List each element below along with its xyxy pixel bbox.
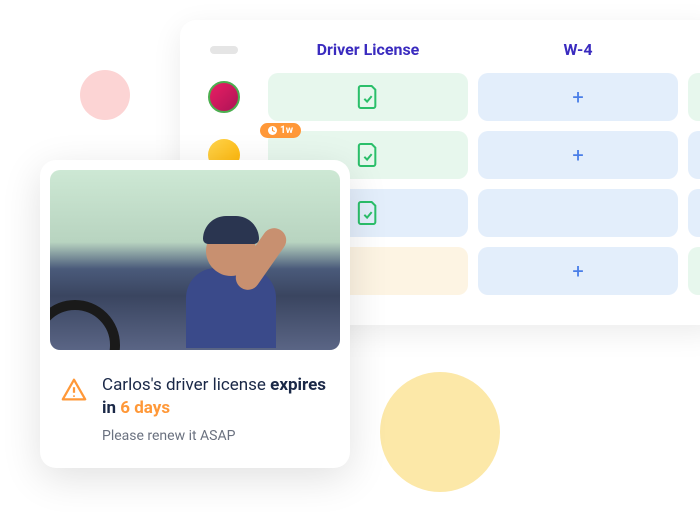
- plus-icon: +: [572, 85, 583, 109]
- alert-body: Carlos's driver license expires in 6 day…: [40, 360, 350, 468]
- column-header-driver-license[interactable]: Driver License: [268, 40, 468, 59]
- drag-handle[interactable]: [210, 46, 238, 54]
- alert-text: Carlos's driver license expires in 6 day…: [102, 374, 330, 444]
- cell-w4[interactable]: +: [478, 73, 678, 121]
- alert-subtitle: Please renew it ASAP: [102, 428, 330, 444]
- avatar[interactable]: [208, 81, 240, 113]
- cell-w4[interactable]: +: [478, 131, 678, 179]
- cell-w4[interactable]: [478, 189, 678, 237]
- expiry-alert-card[interactable]: Carlos's driver license expires in 6 day…: [40, 160, 350, 468]
- plus-icon: +: [572, 143, 583, 167]
- clock-icon: [268, 126, 277, 135]
- cell-driver-license[interactable]: [268, 73, 468, 121]
- decorative-circle-yellow: [380, 372, 500, 492]
- table-header: Driver License W-4: [200, 40, 700, 59]
- driver-photo: [50, 170, 340, 350]
- plus-icon: +: [572, 259, 583, 283]
- alert-title-prefix: Carlos's driver license: [102, 375, 266, 395]
- decorative-circle-pink: [80, 70, 130, 120]
- cell-extra[interactable]: [688, 73, 700, 121]
- cell-extra[interactable]: [688, 247, 700, 295]
- warning-icon: [60, 376, 88, 404]
- cell-extra[interactable]: [688, 189, 700, 237]
- document-check-icon: [357, 142, 379, 168]
- document-check-icon: [357, 84, 379, 110]
- table-row: +: [200, 73, 700, 121]
- cell-w4[interactable]: +: [478, 247, 678, 295]
- document-check-icon: [357, 200, 379, 226]
- alert-title: Carlos's driver license expires in 6 day…: [102, 374, 330, 420]
- badge-text: 1w: [280, 125, 293, 136]
- alert-title-days: 6 days: [120, 398, 170, 418]
- expiry-badge-1w: 1w: [260, 123, 301, 138]
- column-header-w4[interactable]: W-4: [478, 40, 678, 59]
- cell-extra[interactable]: [688, 131, 700, 179]
